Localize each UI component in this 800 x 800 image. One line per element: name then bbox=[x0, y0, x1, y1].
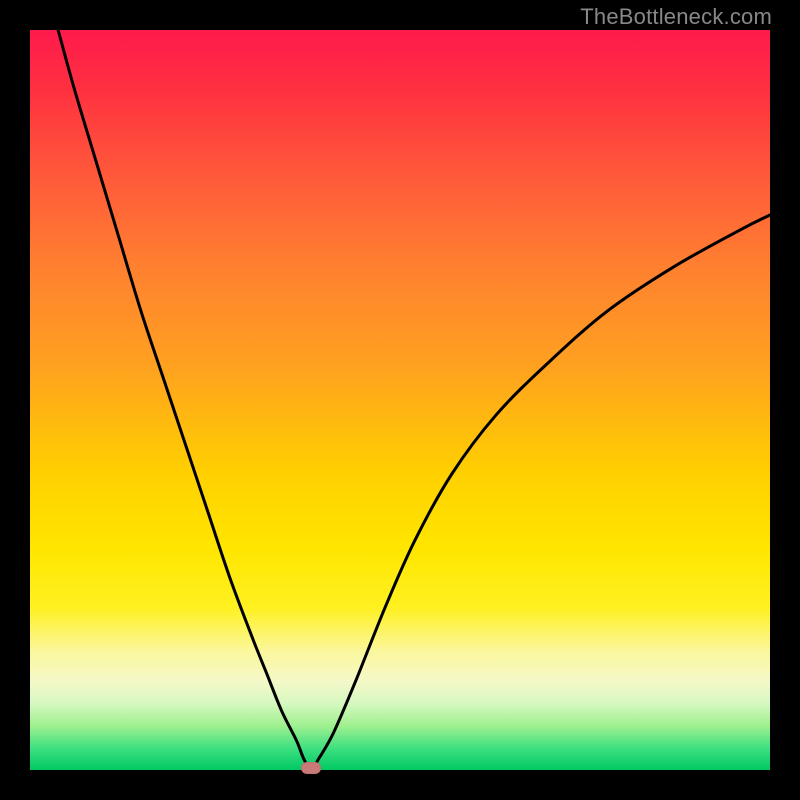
bottleneck-curve bbox=[58, 30, 770, 770]
curve-layer bbox=[30, 30, 770, 770]
watermark-label: TheBottleneck.com bbox=[580, 4, 772, 30]
chart-frame: TheBottleneck.com bbox=[0, 0, 800, 800]
optimum-marker bbox=[301, 762, 321, 774]
